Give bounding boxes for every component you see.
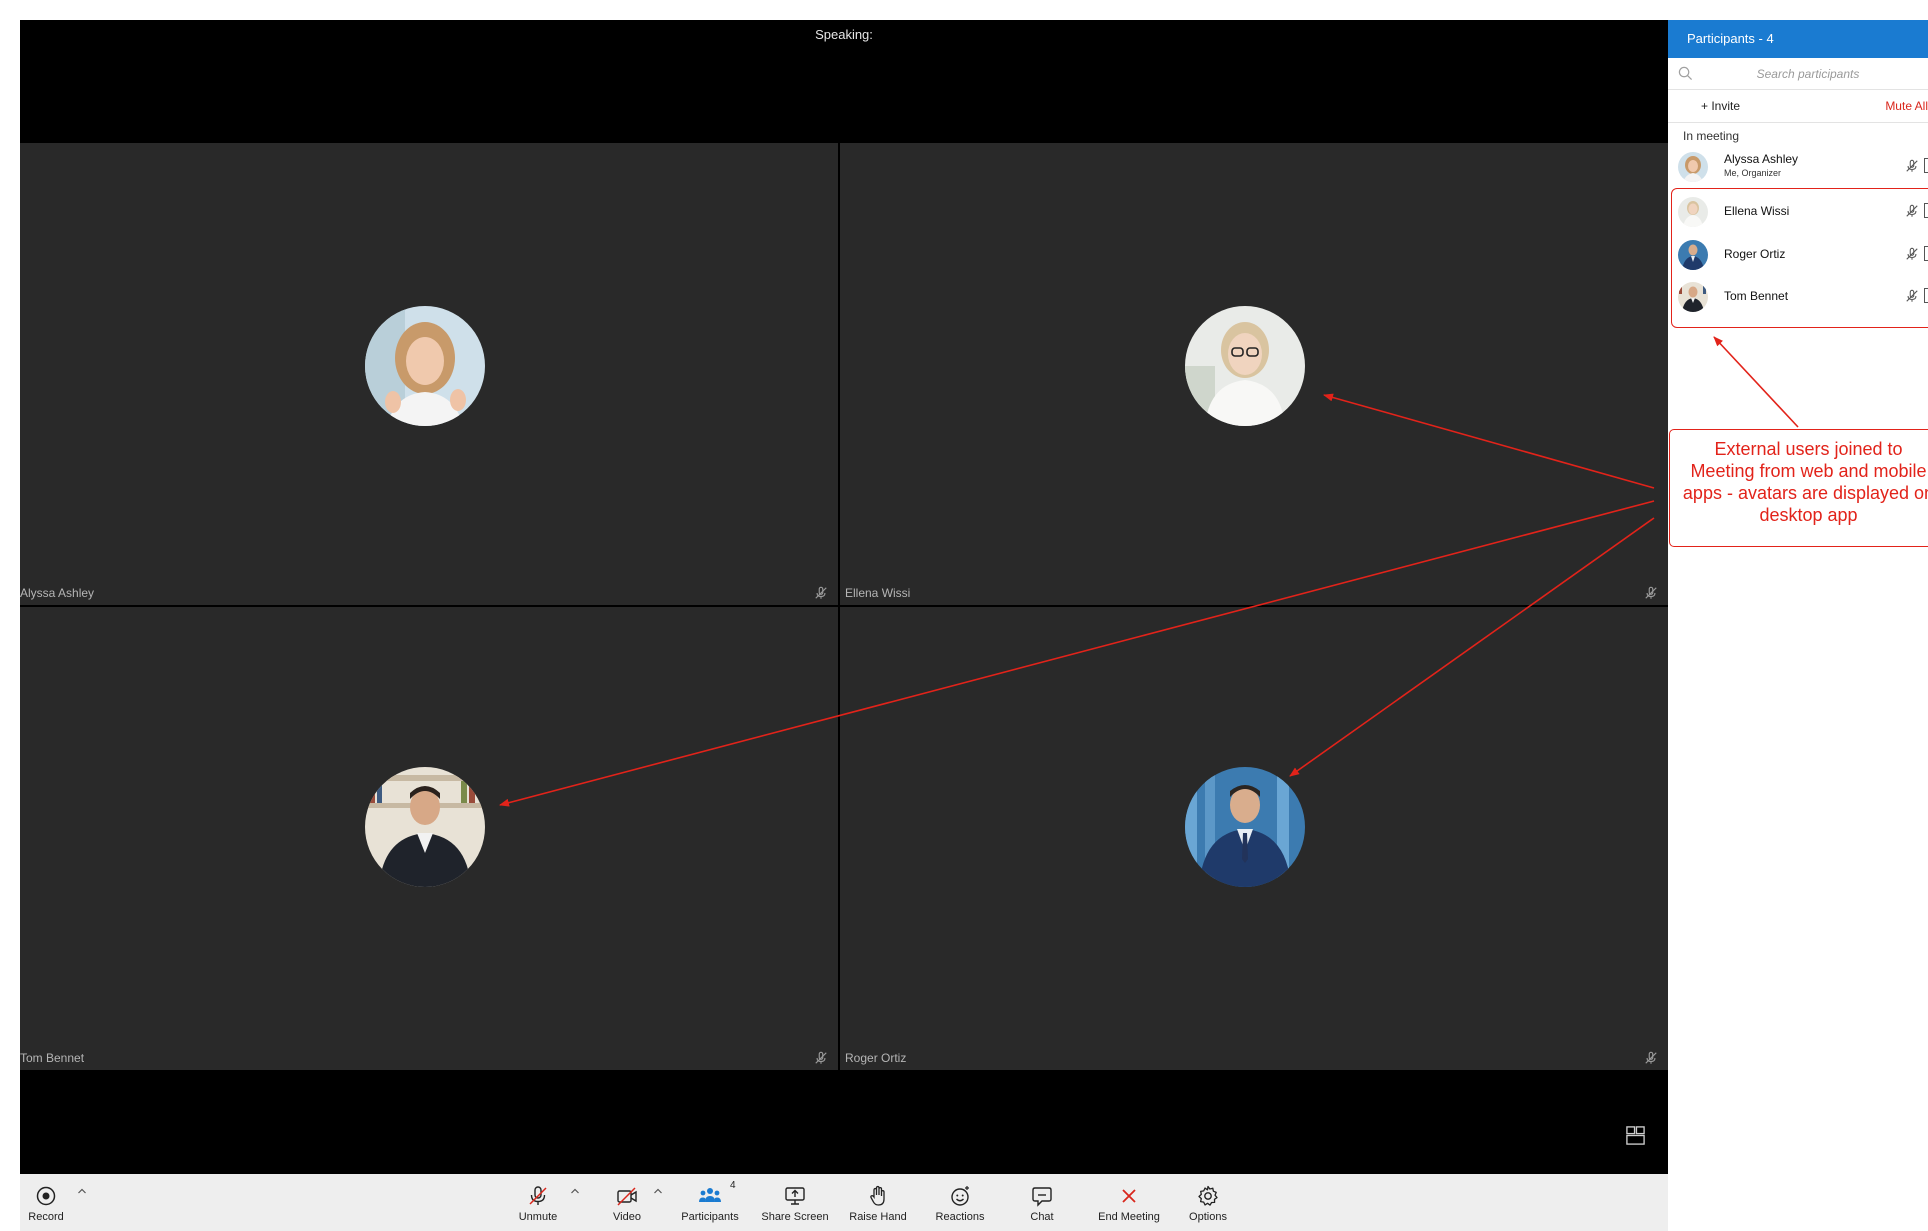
tile-name: Alyssa Ashley: [20, 586, 95, 600]
record-label: Record: [28, 1211, 64, 1223]
participants-label: Participants: [681, 1211, 739, 1223]
share-screen-icon: [760, 1184, 830, 1208]
mute-all-button[interactable]: Mute All: [1885, 99, 1928, 113]
meeting-toolbar: Record Unmute Video Participants 4 Share…: [20, 1174, 1668, 1231]
video-tile-ellena-wissi[interactable]: Ellena Wissi: [840, 143, 1668, 605]
search-input[interactable]: [1708, 64, 1908, 84]
muted-mic-icon: [1644, 1051, 1658, 1065]
unmute-label: Unmute: [518, 1211, 558, 1223]
gear-icon: [1186, 1184, 1230, 1208]
share-screen-button[interactable]: Share Screen: [760, 1184, 830, 1223]
raise-hand-button[interactable]: Raise Hand: [846, 1184, 910, 1223]
end-meeting-button[interactable]: End Meeting: [1095, 1184, 1163, 1223]
muted-mic-icon: [514, 1184, 562, 1208]
meeting-stage: Speaking: Alyssa Ashley Ellena Wissi Tom…: [20, 20, 1668, 1174]
camera-icon[interactable]: [1924, 158, 1928, 173]
video-label: Video: [613, 1211, 641, 1223]
avatar-ellena-wissi: [1185, 306, 1305, 426]
record-icon: [26, 1184, 66, 1208]
avatar: [1678, 152, 1708, 182]
video-tile-tom-bennet[interactable]: Tom Bennet: [20, 607, 838, 1070]
tile-name: Ellena Wissi: [845, 586, 911, 600]
share-screen-label: Share Screen: [761, 1211, 829, 1223]
invite-button[interactable]: + Invite: [1701, 99, 1740, 113]
hand-icon: [846, 1184, 910, 1208]
muted-mic-icon: [814, 1051, 828, 1065]
video-tile-alyssa-ashley[interactable]: Alyssa Ashley: [20, 143, 838, 605]
close-icon: [1095, 1184, 1163, 1208]
participants-count-badge: 4: [730, 1180, 736, 1191]
chat-icon: [1022, 1184, 1062, 1208]
layout-grid-icon[interactable]: [1625, 1125, 1646, 1146]
search-icon: [1678, 66, 1693, 81]
reactions-label: Reactions: [935, 1211, 985, 1223]
avatar-alyssa-ashley: [365, 306, 485, 426]
muted-mic-icon[interactable]: [1905, 159, 1919, 173]
muted-mic-icon: [1644, 586, 1658, 600]
video-off-icon: [607, 1184, 647, 1208]
participant-row-alyssa-ashley[interactable]: Alyssa Ashley Me, Organizer: [1668, 146, 1928, 186]
participant-name: Alyssa Ashley: [1724, 152, 1799, 166]
avatar-tom-bennet: [365, 767, 485, 887]
participant-search: [1668, 58, 1928, 90]
panel-actions: + Invite Mute All: [1668, 90, 1928, 123]
unmute-button[interactable]: Unmute: [514, 1184, 562, 1223]
record-options-chevron-up-icon[interactable]: [77, 1186, 87, 1196]
video-button[interactable]: Video: [607, 1184, 647, 1223]
participant-role: Me, Organizer: [1724, 168, 1782, 178]
section-label-in-meeting: In meeting: [1683, 129, 1740, 143]
avatar-roger-ortiz: [1185, 767, 1305, 887]
raise-hand-label: Raise Hand: [849, 1211, 907, 1223]
options-label: Options: [1189, 1211, 1227, 1223]
options-button[interactable]: Options: [1186, 1184, 1230, 1223]
end-meeting-label: End Meeting: [1098, 1211, 1160, 1223]
video-tile-roger-ortiz[interactable]: Roger Ortiz: [840, 607, 1668, 1070]
video-options-chevron-up-icon[interactable]: [653, 1186, 663, 1196]
record-button[interactable]: Record: [26, 1184, 66, 1223]
muted-mic-icon: [814, 586, 828, 600]
annotation-callout-text: External users joined to Meeting from we…: [1682, 439, 1928, 525]
panel-title: Participants - 4: [1668, 20, 1928, 58]
smiley-icon: [932, 1184, 988, 1208]
tile-name: Roger Ortiz: [845, 1051, 907, 1065]
audio-options-chevron-up-icon[interactable]: [570, 1186, 580, 1196]
reactions-button[interactable]: Reactions: [932, 1184, 988, 1223]
speaking-indicator: Speaking:: [815, 27, 873, 42]
chat-button[interactable]: Chat: [1022, 1184, 1062, 1223]
chat-label: Chat: [1030, 1211, 1054, 1223]
tile-name: Tom Bennet: [20, 1051, 85, 1065]
annotation-highlight-participants: [1671, 188, 1928, 328]
